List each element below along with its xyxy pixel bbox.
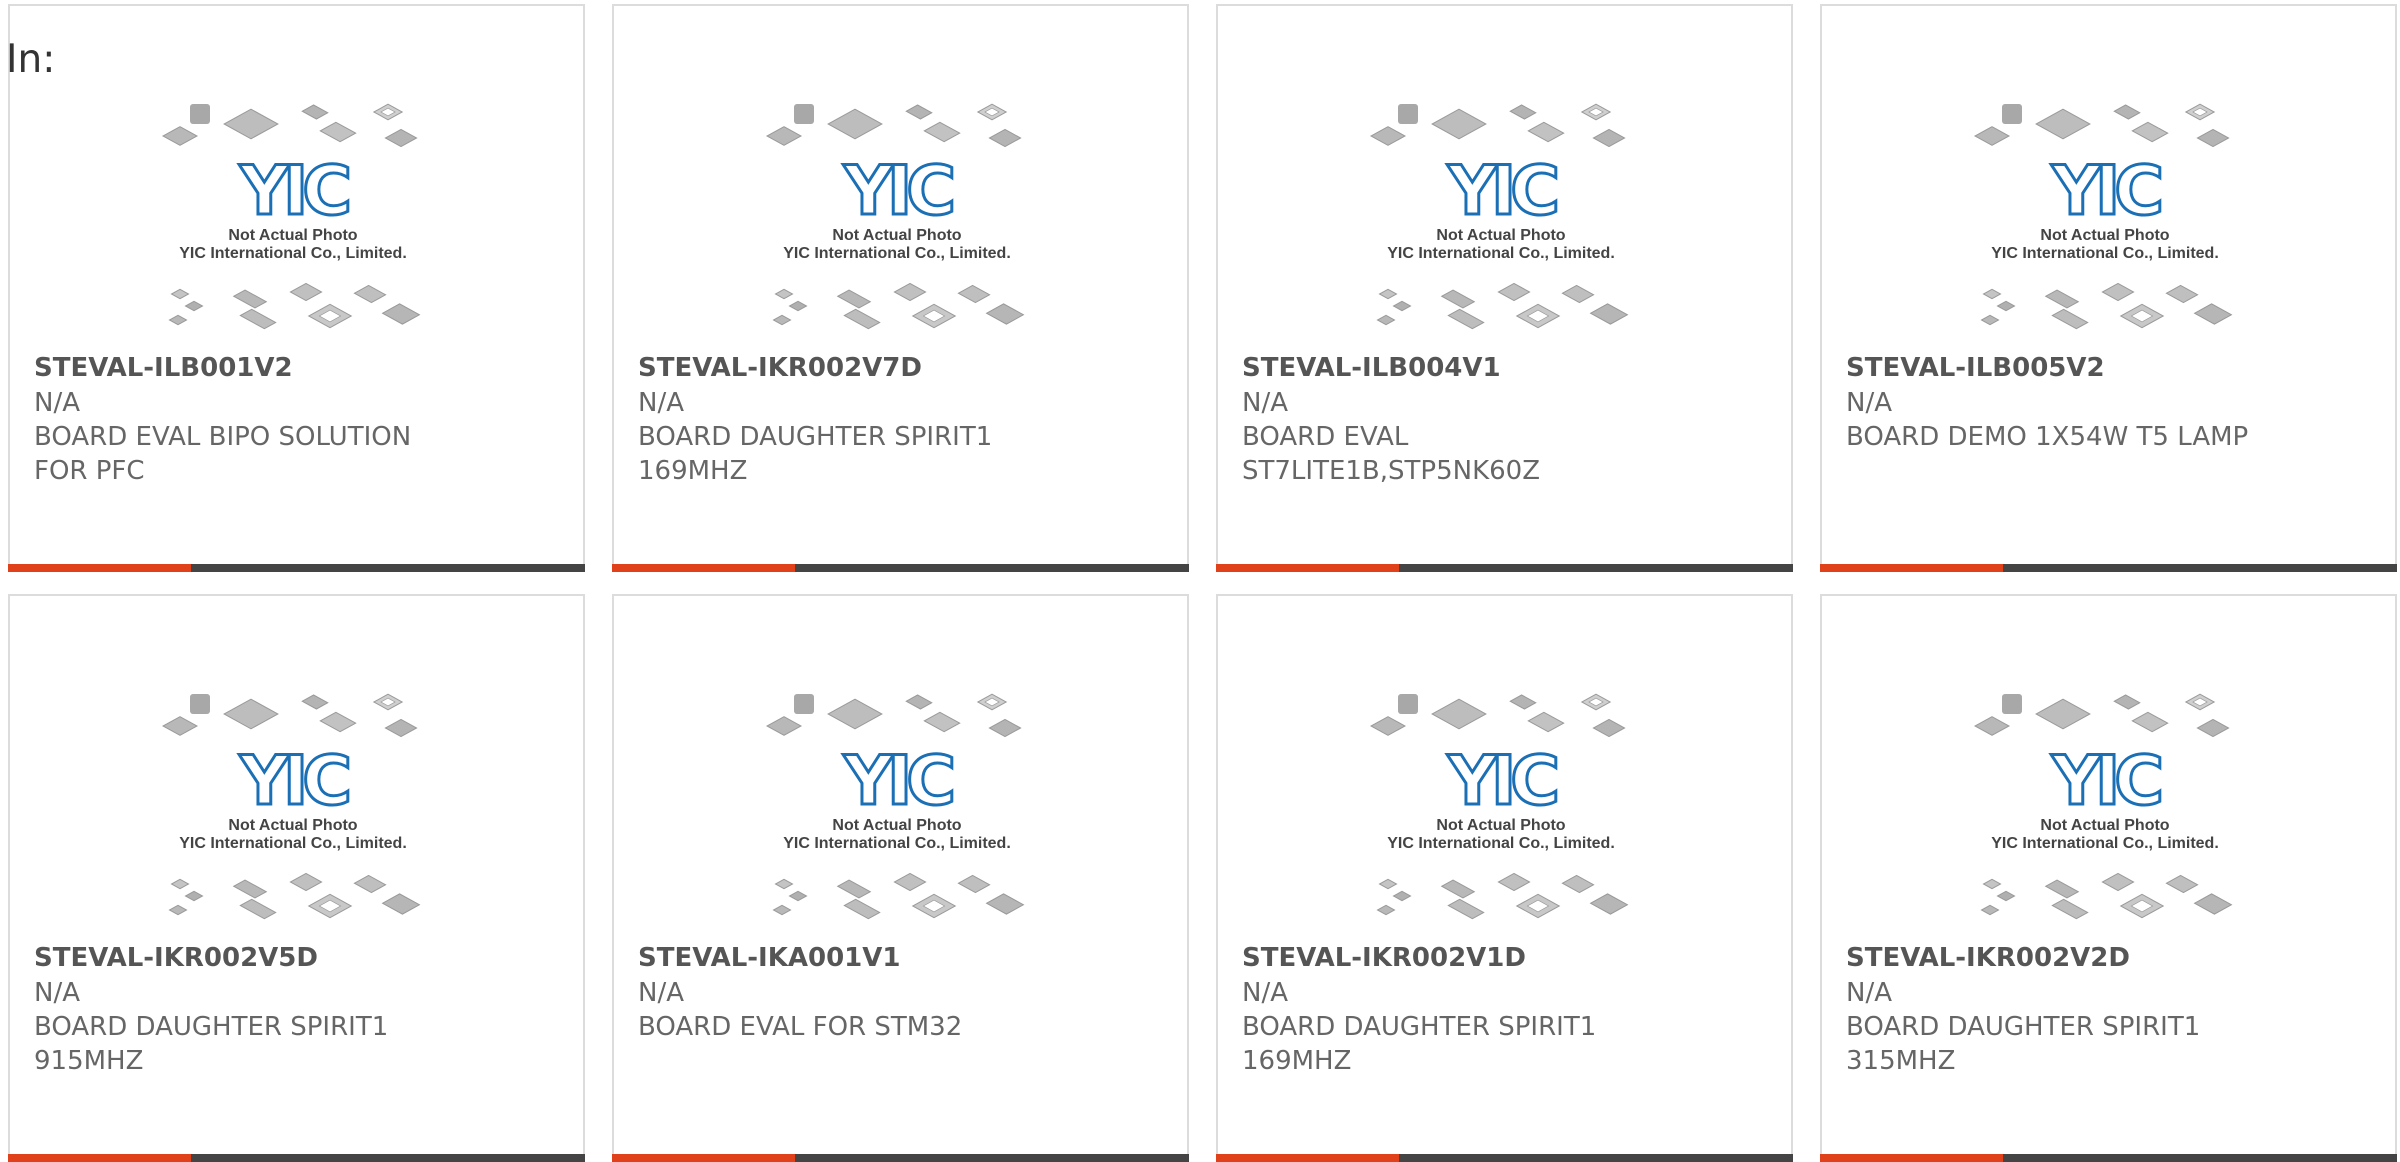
- product-description: BOARD EVAL FOR STM32: [638, 1012, 963, 1042]
- placeholder-caption: Not Actual Photo: [228, 227, 357, 244]
- yic-logo: YIC: [2051, 742, 2161, 821]
- placeholder-graphic: YICNot Actual PhotoYIC International Co.…: [1369, 693, 1629, 920]
- product-manufacturer: N/A: [1846, 978, 1892, 1008]
- product-image-placeholder[interactable]: YIC Not Actual Photo YIC International Co.…: [1970, 684, 2240, 932]
- product-manufacturer: N/A: [34, 978, 80, 1008]
- yic-logo: YIC: [239, 742, 349, 821]
- product-image-placeholder[interactable]: YIC Not Actual Photo YIC International Co.…: [1366, 94, 1636, 342]
- product-image-placeholder[interactable]: YIC Not Actual Photo YIC International Co.…: [762, 684, 1032, 932]
- placeholder-caption: Not Actual Photo: [1436, 817, 1565, 834]
- product-image-placeholder[interactable]: YIC Not Actual Photo YIC International Co.…: [1970, 94, 2240, 342]
- product-manufacturer: N/A: [1242, 388, 1288, 418]
- product-card[interactable]: YIC Not Actual Photo YIC International Co.…: [1216, 4, 1793, 572]
- placeholder-graphic: YICNot Actual PhotoYIC International Co.…: [161, 693, 421, 920]
- card-bottom-bar: [8, 564, 585, 572]
- yic-logo: YIC: [239, 152, 349, 231]
- placeholder-company: YIC International Co., Limited.: [179, 245, 407, 262]
- placeholder-caption: Not Actual Photo: [228, 817, 357, 834]
- product-part-number[interactable]: STEVAL-IKR002V2D: [1846, 940, 2130, 976]
- product-image-placeholder[interactable]: YIC Not Actual Photo YIC International Co.…: [1366, 684, 1636, 932]
- card-bottom-bar: [1216, 564, 1793, 572]
- product-image-placeholder[interactable]: YIC Not Actual Photo YIC International Co.…: [158, 94, 428, 342]
- product-manufacturer: N/A: [1242, 978, 1288, 1008]
- product-part-number[interactable]: STEVAL-ILB005V2: [1846, 350, 2105, 386]
- yic-logo: YIC: [843, 152, 953, 231]
- product-part-number[interactable]: STEVAL-IKA001V1: [638, 940, 901, 976]
- placeholder-company: YIC International Co., Limited.: [1991, 245, 2219, 262]
- yic-logo: YIC: [2051, 152, 2161, 231]
- product-part-number[interactable]: STEVAL-IKR002V5D: [34, 940, 318, 976]
- placeholder-company: YIC International Co., Limited.: [783, 245, 1011, 262]
- placeholder-caption: Not Actual Photo: [2040, 817, 2169, 834]
- product-card[interactable]: YIC Not Actual Photo YIC International Co.…: [1820, 594, 2397, 1162]
- product-description: BOARD DAUGHTER SPIRIT1 915MHZ: [34, 1012, 389, 1076]
- product-description: BOARD DAUGHTER SPIRIT1 169MHZ: [1242, 1012, 1597, 1076]
- product-card[interactable]: YIC Not Actual Photo YIC International Co.…: [612, 4, 1189, 572]
- card-accent-bar: [1820, 564, 2003, 572]
- product-manufacturer: N/A: [638, 978, 684, 1008]
- product-part-number[interactable]: STEVAL-IKR002V1D: [1242, 940, 1526, 976]
- placeholder-graphic: YICNot Actual PhotoYIC International Co.…: [765, 693, 1025, 920]
- placeholder-graphic: YICNot Actual PhotoYIC International Co.…: [1973, 103, 2233, 330]
- card-bottom-bar: [612, 564, 1189, 572]
- card-accent-bar: [1216, 564, 1399, 572]
- card-accent-bar: [612, 564, 795, 572]
- placeholder-graphic: YICNot Actual PhotoYIC International Co.…: [765, 103, 1025, 330]
- product-card[interactable]: YIC Not Actual Photo YIC International Co.…: [1216, 594, 1793, 1162]
- product-description: BOARD DAUGHTER SPIRIT1 169MHZ: [638, 422, 993, 486]
- placeholder-company: YIC International Co., Limited.: [1991, 835, 2219, 852]
- placeholder-graphic: YICNot Actual PhotoYIC International Co.…: [1369, 103, 1629, 330]
- product-part-number[interactable]: STEVAL-ILB001V2: [34, 350, 293, 386]
- product-image-placeholder[interactable]: YIC Not Actual Photo YIC International Co.…: [762, 94, 1032, 342]
- product-part-number[interactable]: STEVAL-ILB004V1: [1242, 350, 1501, 386]
- product-description: BOARD DAUGHTER SPIRIT1 315MHZ: [1846, 1012, 2201, 1076]
- card-bottom-bar: [1820, 564, 2397, 572]
- product-card[interactable]: YIC Not Actual Photo YIC International Co.…: [8, 4, 585, 572]
- placeholder-graphic: YICNot Actual PhotoYIC International Co.…: [161, 103, 421, 330]
- filter-label: In:: [6, 37, 56, 82]
- placeholder-company: YIC International Co., Limited.: [783, 835, 1011, 852]
- placeholder-graphic: YICNot Actual PhotoYIC International Co.…: [1973, 693, 2233, 920]
- product-manufacturer: N/A: [34, 388, 80, 418]
- product-description: BOARD EVAL ST7LITE1B,STP5NK60Z: [1242, 422, 1541, 486]
- product-manufacturer: N/A: [1846, 388, 1892, 418]
- product-manufacturer: N/A: [638, 388, 684, 418]
- yic-logo: YIC: [1447, 742, 1557, 821]
- placeholder-company: YIC International Co., Limited.: [179, 835, 407, 852]
- yic-logo: YIC: [843, 742, 953, 821]
- card-accent-bar: [8, 564, 191, 572]
- product-image-placeholder[interactable]: YIC Not Actual Photo YIC International Co.…: [158, 684, 428, 932]
- placeholder-caption: Not Actual Photo: [2040, 227, 2169, 244]
- product-part-number[interactable]: STEVAL-IKR002V7D: [638, 350, 922, 386]
- product-card[interactable]: YIC Not Actual Photo YIC International Co.…: [612, 594, 1189, 1162]
- placeholder-company: YIC International Co., Limited.: [1387, 835, 1615, 852]
- placeholder-caption: Not Actual Photo: [832, 817, 961, 834]
- product-description: BOARD EVAL BIPO SOLUTION FOR PFC: [34, 422, 412, 486]
- placeholder-company: YIC International Co., Limited.: [1387, 245, 1615, 262]
- yic-logo: YIC: [1447, 152, 1557, 231]
- product-description: BOARD DEMO 1X54W T5 LAMP: [1846, 422, 2249, 452]
- product-card[interactable]: YIC Not Actual Photo YIC International Co.…: [1820, 4, 2397, 572]
- placeholder-caption: Not Actual Photo: [832, 227, 961, 244]
- placeholder-caption: Not Actual Photo: [1436, 227, 1565, 244]
- product-card[interactable]: YIC Not Actual Photo YIC International Co.…: [8, 594, 585, 1162]
